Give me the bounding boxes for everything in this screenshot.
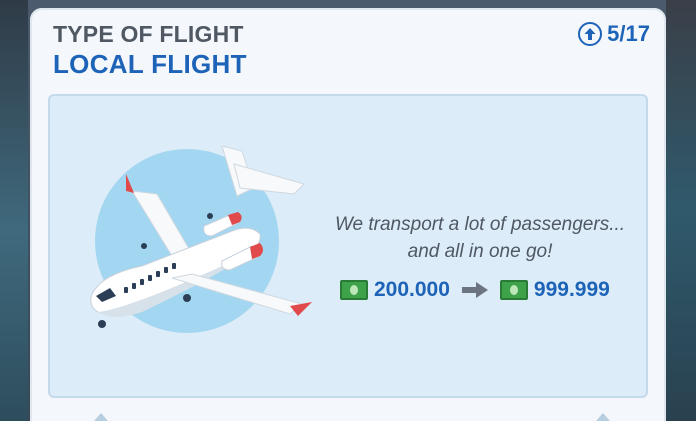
description-line-2: and all in one go! (407, 241, 553, 262)
up-arrow-circle-icon (578, 22, 603, 46)
flight-type-card: TYPE OF FLIGHT LOCAL FLIGHT 5/17 We tran… (30, 8, 666, 421)
background-left (0, 0, 28, 421)
price-range: 200.000 999.999 (340, 278, 610, 302)
description-line-1: We transport a lot of passengers... (334, 214, 626, 235)
flight-description: We transport a lot of passengers... and … (320, 211, 640, 265)
price-to: 999.999 (533, 278, 610, 301)
flight-info-panel: We transport a lot of passengers... and … (48, 94, 648, 398)
flight-name: LOCAL FLIGHT (53, 49, 247, 79)
price-from: 200.000 (374, 278, 450, 301)
level-value: 5/17 (607, 21, 650, 46)
decorative-tab-right (596, 413, 610, 421)
cash-icon (340, 280, 368, 300)
cash-icon (499, 280, 528, 300)
decorative-tab-left (94, 413, 108, 421)
type-of-flight-label: TYPE OF FLIGHT (53, 21, 244, 47)
airplane-illustration (72, 145, 332, 356)
right-arrow-icon (460, 280, 490, 300)
level-indicator: 5/17 (578, 21, 650, 47)
background-right (666, 0, 696, 421)
